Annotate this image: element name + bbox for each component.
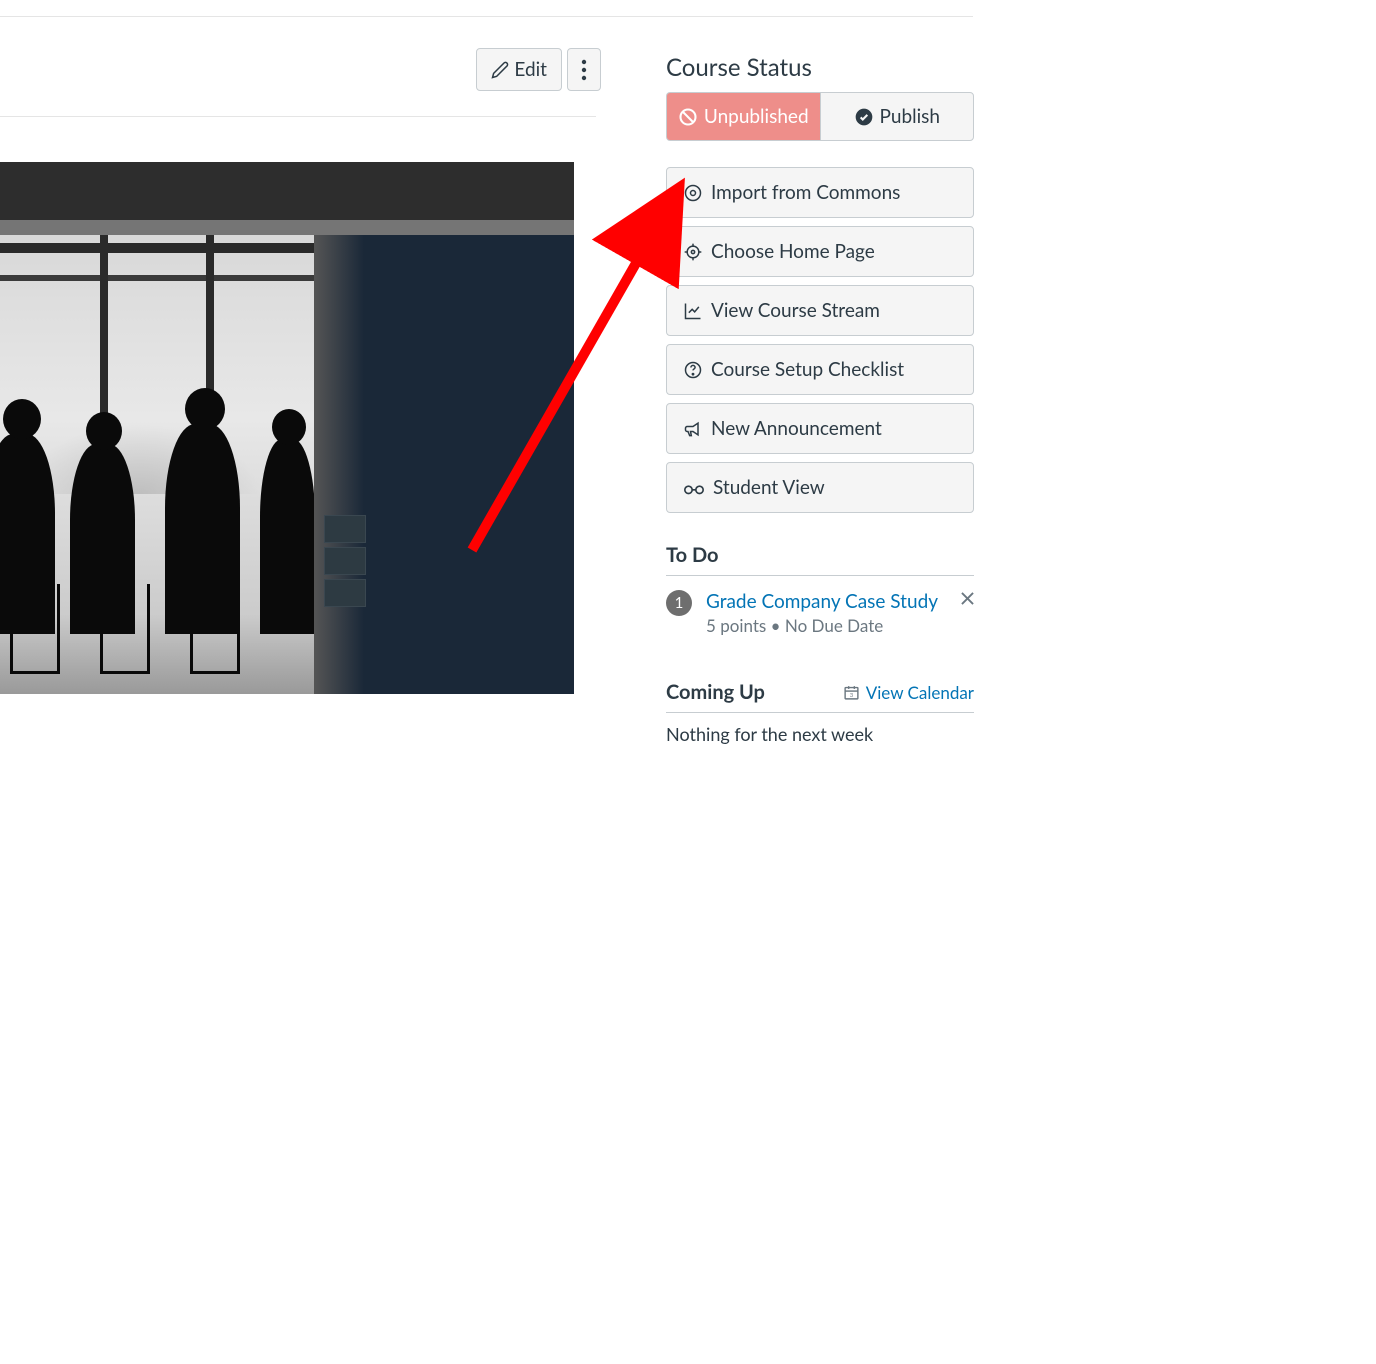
new-announcement-button[interactable]: New Announcement [666, 403, 974, 454]
coming-up-title: Coming Up [666, 680, 765, 704]
kebab-icon [581, 59, 587, 81]
todo-item-meta: 5 points • No Due Date [706, 615, 947, 636]
view-stream-button[interactable]: View Course Stream [666, 285, 974, 336]
glasses-icon [683, 478, 705, 498]
status-button-group: Unpublished Publish [666, 92, 974, 141]
coming-up-header: Coming Up 3 View Calendar [666, 680, 974, 713]
target-icon [683, 242, 703, 262]
unpublished-label: Unpublished [704, 105, 809, 128]
coming-up-empty: Nothing for the next week [666, 713, 974, 745]
setup-checklist-button[interactable]: Course Setup Checklist [666, 344, 974, 395]
question-circle-icon [683, 360, 703, 380]
view-calendar-link[interactable]: 3 View Calendar [843, 682, 974, 703]
unpublished-button[interactable]: Unpublished [666, 92, 820, 141]
content-divider [0, 116, 596, 117]
edit-label: Edit [514, 58, 547, 81]
edit-button[interactable]: Edit [476, 48, 562, 91]
close-icon [961, 592, 974, 605]
check-circle-icon [854, 107, 874, 127]
student-view-label: Student View [713, 476, 825, 499]
more-options-button[interactable] [567, 48, 601, 91]
commons-icon [683, 183, 703, 203]
pencil-icon [491, 61, 509, 79]
import-commons-label: Import from Commons [711, 181, 900, 204]
view-calendar-label: View Calendar [866, 682, 974, 703]
new-announcement-label: New Announcement [711, 417, 882, 440]
calendar-icon: 3 [843, 684, 860, 701]
ban-icon [678, 107, 698, 127]
page-toolbar: Edit [476, 48, 601, 91]
todo-dismiss-button[interactable] [961, 590, 974, 609]
publish-label: Publish [880, 105, 940, 128]
todo-item: 1 Grade Company Case Study 5 points • No… [666, 576, 974, 650]
view-stream-label: View Course Stream [711, 299, 880, 322]
setup-checklist-label: Course Setup Checklist [711, 358, 904, 381]
svg-text:3: 3 [850, 691, 853, 698]
top-divider [0, 16, 973, 17]
publish-button[interactable]: Publish [820, 92, 975, 141]
student-view-button[interactable]: Student View [666, 462, 974, 513]
chart-icon [683, 301, 703, 321]
course-status-heading: Course Status [666, 53, 974, 82]
megaphone-icon [683, 419, 703, 439]
import-commons-button[interactable]: Import from Commons [666, 167, 974, 218]
choose-home-button[interactable]: Choose Home Page [666, 226, 974, 277]
course-hero-image [0, 162, 574, 694]
choose-home-label: Choose Home Page [711, 240, 875, 263]
todo-count-badge: 1 [666, 590, 692, 616]
course-sidebar: Course Status Unpublished Publish Import… [666, 53, 974, 745]
todo-item-link[interactable]: Grade Company Case Study [706, 590, 938, 613]
todo-heading: To Do [666, 543, 974, 576]
